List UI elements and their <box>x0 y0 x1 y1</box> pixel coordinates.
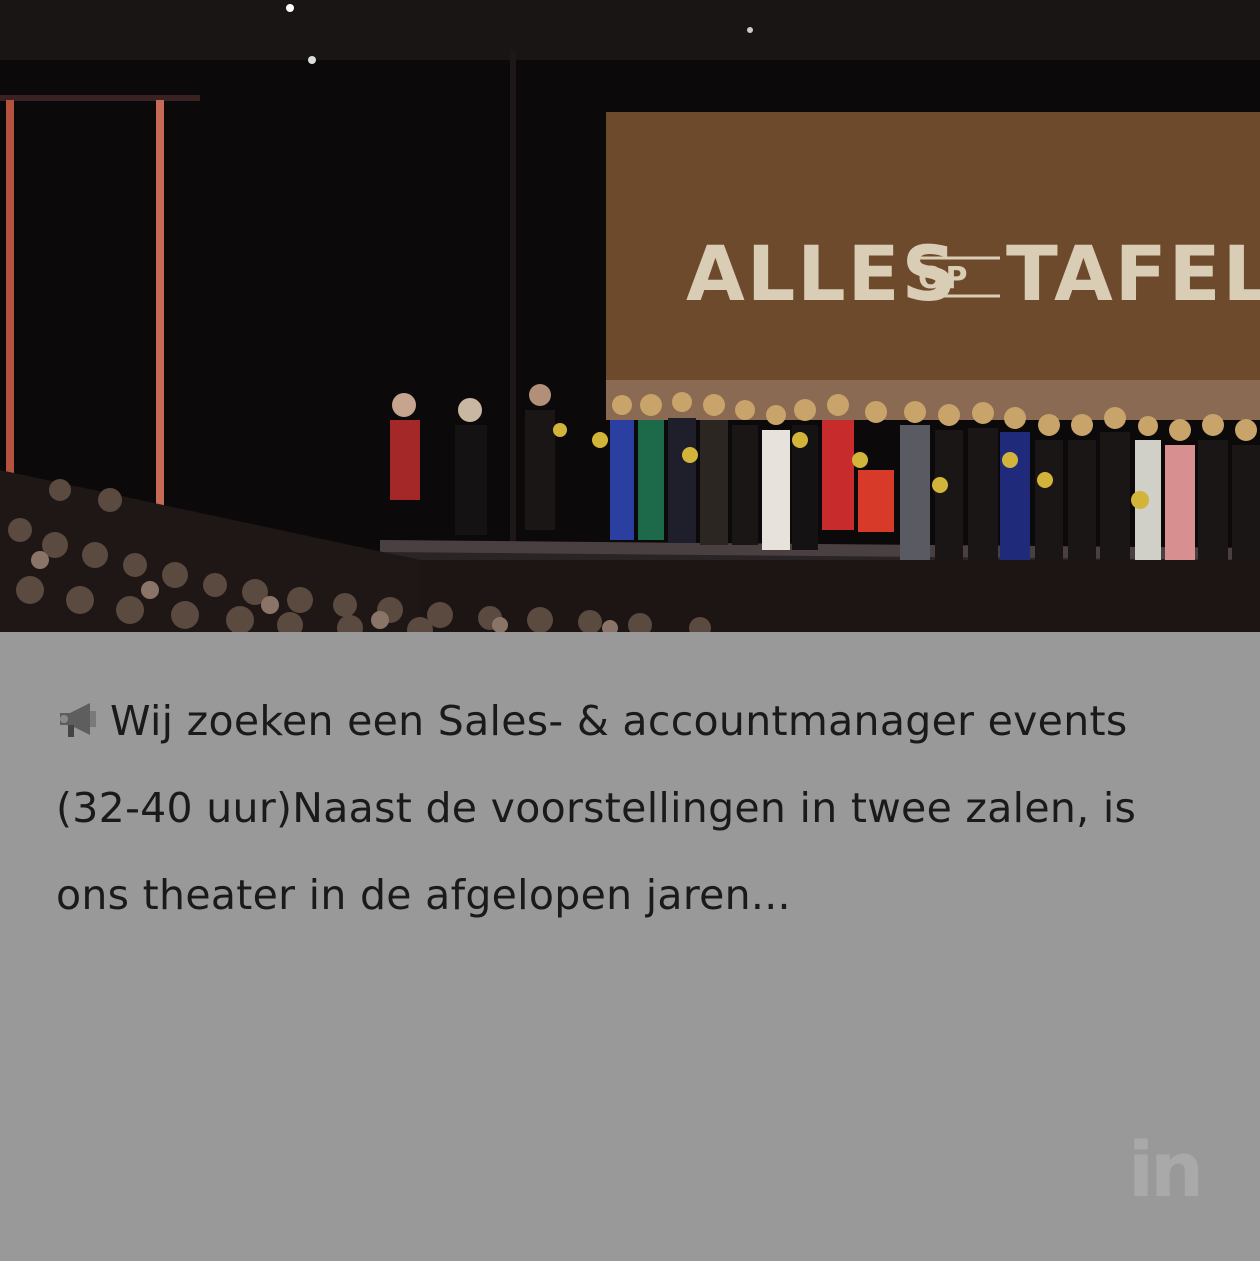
post-text: Wij zoeken een Sales- & accountmanager e… <box>56 678 1216 939</box>
banner-text-tafel: TAFEL <box>1006 229 1260 318</box>
social-post-card[interactable]: ALLES OP TAFEL Wij zoeken een Sales- & a… <box>0 0 1260 1261</box>
megaphone-icon <box>56 684 104 737</box>
linkedin-icon[interactable]: in <box>1128 1132 1208 1208</box>
post-text-content: Wij zoeken een Sales- & accountmanager e… <box>56 697 1137 919</box>
linkedin-label: in <box>1128 1125 1204 1214</box>
post-photo: ALLES OP TAFEL <box>0 0 1260 632</box>
banner-text-op: OP <box>918 261 970 296</box>
